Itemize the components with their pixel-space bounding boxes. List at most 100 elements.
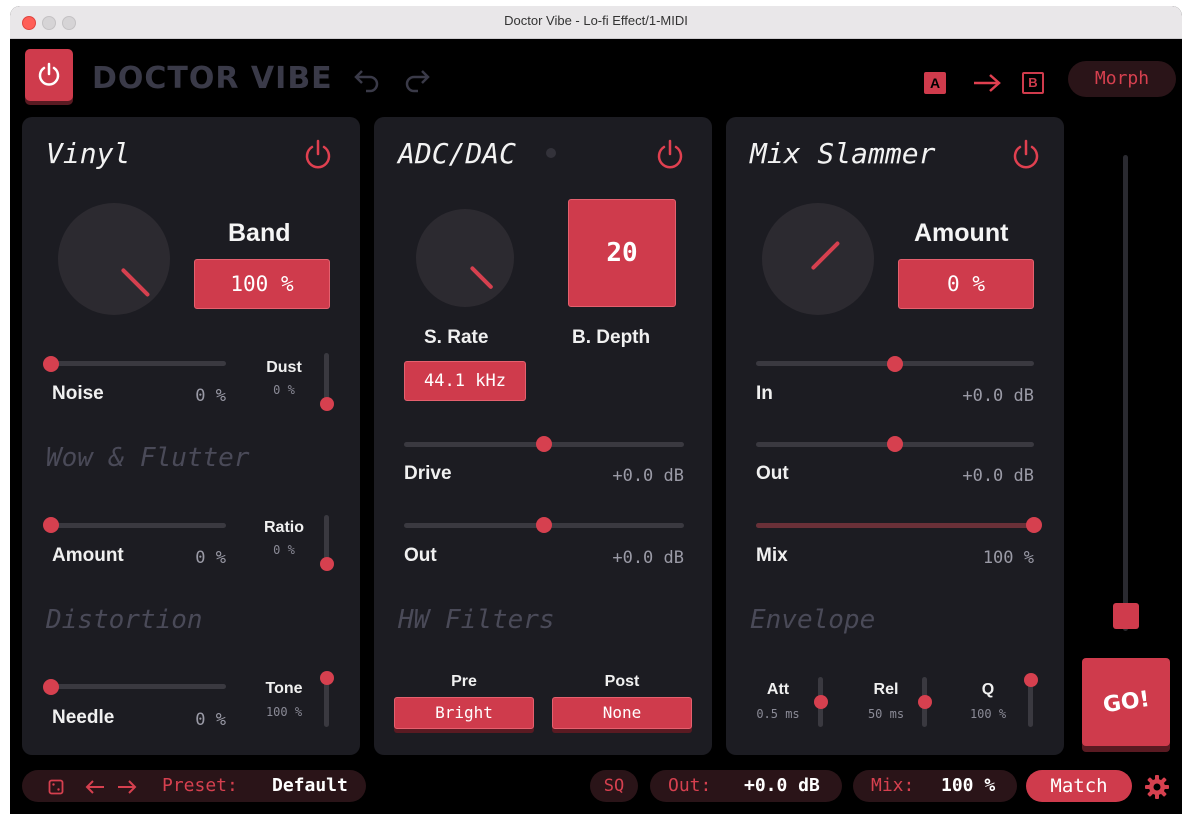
wow-amount-label: Amount <box>52 545 124 566</box>
vinyl-knob[interactable] <box>58 203 170 315</box>
dust-vslider-thumb[interactable] <box>320 397 334 411</box>
copy-arrow-icon[interactable] <box>972 71 1002 95</box>
band-label: Band <box>228 219 291 247</box>
envelope-title: Envelope <box>750 605 876 635</box>
slammer-mix-slider[interactable] <box>756 523 1034 528</box>
wow-amount-slider-thumb[interactable] <box>43 517 59 533</box>
slammer-amount-label: Amount <box>914 219 1009 247</box>
tone-vslider-thumb[interactable] <box>320 671 334 685</box>
distortion-title: Distortion <box>46 605 203 635</box>
attack-value: 0.5 ms <box>756 707 800 721</box>
slammer-mix-value: 100 % <box>982 548 1034 568</box>
vinyl-power-icon[interactable] <box>302 139 334 171</box>
drive-value: +0.0 dB <box>612 466 684 486</box>
power-icon <box>38 62 60 86</box>
release-label: Rel <box>873 681 899 698</box>
next-preset-icon[interactable] <box>116 778 138 796</box>
prev-preset-icon[interactable] <box>84 778 106 796</box>
adc-status-led <box>546 148 556 158</box>
q-label: Q <box>981 681 995 698</box>
sample-rate-label: S. Rate <box>424 327 489 348</box>
preset-name[interactable]: Default <box>272 775 348 796</box>
go-button-label: GO! <box>1101 686 1151 718</box>
q-vslider-thumb[interactable] <box>1024 673 1038 687</box>
gear-icon[interactable] <box>1144 774 1170 800</box>
redo-icon[interactable] <box>402 65 432 93</box>
morph-button[interactable]: Morph <box>1068 61 1176 97</box>
pre-filter-button[interactable]: Bright <box>394 697 534 729</box>
noise-value: 0 % <box>195 386 226 406</box>
dust-label: Dust <box>266 359 302 376</box>
knob-indicator <box>469 265 494 290</box>
knob-indicator <box>810 240 841 271</box>
adc-out-slider-thumb[interactable] <box>536 517 552 533</box>
adc-out-value: +0.0 dB <box>612 548 684 568</box>
post-filter-button[interactable]: None <box>552 697 692 729</box>
release-value: 50 ms <box>867 707 905 721</box>
attack-vslider-thumb[interactable] <box>814 695 828 709</box>
tone-label: Tone <box>265 680 303 697</box>
vinyl-title: Vinyl <box>46 137 131 170</box>
sample-rate-value-box[interactable]: 44.1 kHz <box>404 361 526 401</box>
main-power-button[interactable] <box>25 49 73 101</box>
release-vslider-thumb[interactable] <box>918 695 932 709</box>
output-gain-prefix: Out: <box>668 775 712 796</box>
mix-prefix: Mix: <box>871 775 915 796</box>
vinyl-panel: Vinyl Band 100 % Noise 0 % Dust 0 % Wow … <box>22 117 360 755</box>
slammer-out-label: Out <box>756 463 789 484</box>
slammer-amount-knob[interactable] <box>762 203 874 315</box>
mix-value: 100 % <box>941 775 996 796</box>
mix-slammer-power-icon[interactable] <box>1010 139 1042 171</box>
adc-title: ADC/DAC <box>398 137 517 170</box>
slammer-in-slider-thumb[interactable] <box>887 356 903 372</box>
noise-label: Noise <box>52 383 104 404</box>
output-gain-pill[interactable]: Out: +0.0 dB <box>650 770 842 802</box>
sample-rate-knob[interactable] <box>416 209 514 307</box>
adc-power-icon[interactable] <box>654 139 686 171</box>
sq-button[interactable]: SQ <box>590 770 638 802</box>
noise-slider-thumb[interactable] <box>43 356 59 372</box>
slammer-mix-fill <box>756 523 1034 528</box>
dust-value: 0 % <box>273 383 295 397</box>
preset-bar: Preset: Default <box>22 770 366 802</box>
attack-label: Att <box>766 681 790 698</box>
output-gain-value: +0.0 dB <box>744 775 820 796</box>
knob-indicator <box>120 267 151 298</box>
band-value-box[interactable]: 100 % <box>194 259 330 309</box>
dice-icon[interactable] <box>48 779 64 795</box>
wow-amount-value: 0 % <box>195 548 226 568</box>
noise-slider[interactable] <box>44 361 226 366</box>
slammer-in-value: +0.0 dB <box>962 386 1034 406</box>
undo-icon[interactable] <box>352 65 382 93</box>
brand-title: DOCTOR VIBE <box>92 61 333 96</box>
slammer-out-value: +0.0 dB <box>962 466 1034 486</box>
bit-depth-box[interactable]: 20 <box>568 199 676 307</box>
slammer-mix-label: Mix <box>756 545 788 566</box>
ratio-value: 0 % <box>273 543 295 557</box>
ratio-label: Ratio <box>264 519 304 536</box>
needle-value: 0 % <box>195 710 226 730</box>
adc-dac-panel: ADC/DAC 20 S. Rate B. Depth 44.1 kHz Dri… <box>374 117 712 755</box>
q-value: 100 % <box>969 707 1007 721</box>
drive-label: Drive <box>404 463 452 484</box>
slammer-mix-slider-thumb[interactable] <box>1026 517 1042 533</box>
pre-filter-label: Pre <box>451 673 477 690</box>
ratio-vslider-thumb[interactable] <box>320 557 334 571</box>
needle-label: Needle <box>52 707 115 728</box>
wow-amount-slider[interactable] <box>44 523 226 528</box>
slammer-amount-value-box[interactable]: 0 % <box>898 259 1034 309</box>
post-filter-label: Post <box>604 673 640 690</box>
needle-slider[interactable] <box>44 684 226 689</box>
needle-slider-thumb[interactable] <box>43 679 59 695</box>
bit-depth-label: B. Depth <box>572 327 651 348</box>
match-button[interactable]: Match <box>1026 770 1132 802</box>
drive-slider-thumb[interactable] <box>536 436 552 452</box>
dust-vslider[interactable] <box>324 353 329 403</box>
morph-vslider[interactable] <box>1123 155 1128 631</box>
mix-pill[interactable]: Mix: 100 % <box>853 770 1017 802</box>
preset-b-button[interactable]: B <box>1022 72 1044 94</box>
morph-vslider-handle[interactable] <box>1113 603 1139 629</box>
slammer-out-slider-thumb[interactable] <box>887 436 903 452</box>
go-button[interactable]: GO! <box>1082 658 1170 746</box>
preset-a-button[interactable]: A <box>924 72 946 94</box>
